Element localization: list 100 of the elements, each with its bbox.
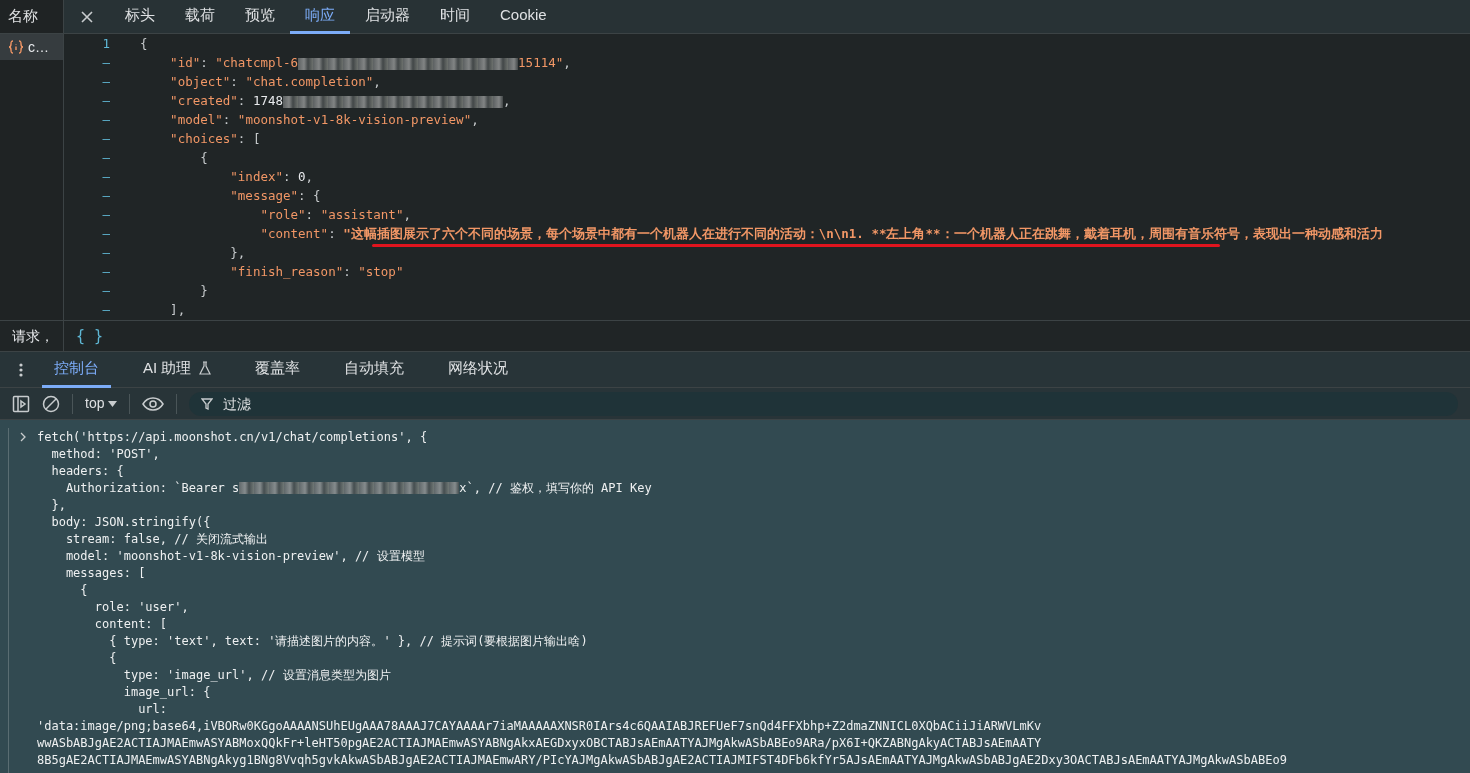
console-code: x`, // 鉴权，填写你的 API Key — [459, 479, 652, 497]
line-number: – — [101, 130, 111, 149]
console-code: messages: [ — [64, 564, 146, 582]
json-punctuation: , — [563, 54, 571, 73]
console-code: image_url: { — [122, 683, 211, 701]
json-string: "assistant" — [320, 206, 404, 225]
line-number: – — [101, 301, 111, 320]
drawer-tab[interactable]: 自动填充 — [332, 351, 417, 388]
console-code: type: 'image_url', // 设置消息类型为图片 — [122, 666, 391, 684]
console-code: stream: false, // 关闭流式输出 — [64, 530, 268, 548]
json-punctuation: : [ — [237, 130, 261, 149]
json-string: "chat.completion" — [245, 73, 374, 92]
json-string: "stop" — [358, 263, 404, 282]
console-code: { type: 'text', text: '请描述图片的内容。' }, // 提示词(要根据图片输出啥) — [108, 632, 588, 650]
json-key: "id" — [140, 54, 201, 73]
json-punctuation: : — [305, 206, 315, 225]
eye-icon[interactable] — [142, 396, 165, 411]
console-code: 'data:image/png;base64,iVBORw0KGgoAAAANSUhEUgAAA78AAAJ7CAYAAAAr7iaMAAAAAXNSR0IArs4c6QAAIABJREFUeF7snQd4FFXbhp+Z2dmaZNNICL0XQbACiiJiARWVLmKv — [37, 717, 1042, 735]
console-code: model: 'moonshot-v1-8k-vision-preview', // 设置模型 — [64, 547, 425, 565]
json-key: "object" — [140, 73, 231, 92]
json-punctuation: : — [230, 73, 239, 92]
line-number: – — [101, 244, 111, 263]
json-punctuation: } — [199, 282, 208, 301]
line-number: – — [101, 54, 111, 73]
context-dropdown[interactable]: top — [85, 393, 118, 414]
caret-icon — [108, 400, 118, 407]
filter-field[interactable]: 过滤 — [189, 391, 1458, 416]
line-number: – — [101, 73, 111, 92]
tab[interactable]: 时间 — [425, 0, 485, 34]
tab[interactable]: 预览 — [230, 0, 290, 34]
line-number: – — [101, 225, 111, 244]
drawer-tab[interactable]: 覆盖率 — [243, 351, 313, 388]
json-punctuation: : — [283, 168, 292, 187]
pretty-print-button[interactable]: { } — [76, 324, 104, 348]
line-number: – — [101, 149, 111, 168]
json-punctuation: : — [200, 54, 209, 73]
json-key: "created" — [140, 92, 238, 111]
console-code: body: JSON.stringify({ — [50, 513, 211, 531]
line-number: – — [101, 206, 111, 225]
json-key: "finish_reason" — [140, 263, 344, 282]
line-number: – — [101, 168, 111, 187]
filter-icon — [201, 397, 214, 410]
console-code: { — [108, 649, 117, 667]
json-punctuation: }, — [229, 244, 246, 263]
console-code: url: — [137, 700, 168, 718]
console-code: fetch('https://api.moonshot.cn/v1/chat/completions', { — [37, 428, 428, 446]
json-punctuation: : { — [298, 187, 321, 206]
tab[interactable]: Cookie — [485, 0, 562, 34]
json-number: 0 — [298, 168, 306, 187]
drawer-tab[interactable]: 网络状况 — [436, 351, 521, 388]
chevron-icon — [19, 431, 27, 442]
close-icon[interactable] — [80, 9, 94, 24]
console-code: content: [ — [93, 615, 168, 633]
tab[interactable]: 载荷 — [170, 0, 230, 34]
json-number: 1748 — [252, 92, 283, 111]
json-punctuation: , — [471, 111, 479, 130]
console-code: { — [79, 581, 88, 599]
json-key: "content" — [140, 225, 329, 244]
json-string: "这幅插图展示了六个不同的场景，每个场景中都有一个机器人在进行不同的活动：\n\n1. **左上角**：一个机器人正在跳舞，戴着耳机，周围有音乐符号，表现出一种动感和活力 — [343, 225, 1383, 244]
json-punctuation: { — [140, 35, 148, 54]
console-code: wwASbABJgAE2ACTIAJMAEmwASYABMoxQQkFr+leHT50pgAE2ACTIAJMAEmwASYABNgAkxAEGDxyxOBCTABJsAEmAATYAJMgAkwASbABEo9ARa/pX6I+QKZABNgAkyACTABJsAEmAATY — [37, 734, 1042, 752]
json-punctuation: : — [328, 225, 337, 244]
clear-icon[interactable] — [42, 394, 60, 413]
json-string: "chatcmpl-6 — [215, 54, 299, 73]
json-key: "choices" — [140, 130, 238, 149]
line-number: – — [101, 111, 111, 130]
json-string: "moonshot-v1-8k-vision-preview" — [237, 111, 472, 130]
json-string: 15114" — [518, 54, 564, 73]
json-punctuation: { — [199, 149, 208, 168]
json-punctuation: , — [403, 206, 411, 225]
console-code: }, — [50, 496, 66, 514]
json-punctuation: , — [373, 73, 381, 92]
sidebar-toggle-icon[interactable] — [12, 394, 30, 413]
line-number: – — [101, 282, 111, 301]
json-file-icon — [8, 40, 24, 54]
json-punctuation: : — [343, 263, 352, 282]
json-key: "role" — [140, 206, 306, 225]
request-item[interactable]: c… — [0, 34, 63, 60]
line-number: – — [101, 187, 111, 206]
line-number: 1 — [101, 35, 111, 54]
console-code: method: 'POST', — [50, 445, 160, 463]
json-punctuation: : — [222, 111, 232, 130]
tab[interactable]: 启动器 — [350, 0, 425, 34]
json-key: "index" — [140, 168, 283, 187]
console-code: headers: { — [50, 462, 124, 480]
json-key: "message" — [140, 187, 299, 206]
status-text: 请求， — [0, 321, 64, 351]
console-code: role: 'user', — [93, 598, 189, 616]
console-code: Authorization: `Bearer s — [64, 479, 240, 497]
flask-icon — [199, 361, 212, 375]
json-punctuation: , — [305, 168, 314, 187]
json-punctuation: ], — [169, 301, 186, 320]
tab[interactable]: 响应 — [290, 0, 350, 34]
drawer-tab[interactable]: AI 助理 — [131, 351, 224, 388]
json-punctuation: : — [237, 92, 247, 111]
tab[interactable]: 标头 — [110, 0, 170, 34]
line-number: – — [101, 263, 111, 282]
more-menu-icon[interactable] — [18, 361, 24, 378]
console-code: 8B5gAE2ACTIAJMAEmwASYABNgAkyg1BNg8Vvqh5gvkAkwASbABJgAE2ACTIAJMAEmwARY/PIcYAJMgAkwASbABJgAE2ACTIAJMIFST4DFb6kfYr5AJsAEmAATYAJMgAkwASbABJgAE2Dxy3OACTABJsAEmAATYAJMgAkwASbABEo9 — [37, 751, 1287, 769]
json-key: "model" — [140, 111, 223, 130]
